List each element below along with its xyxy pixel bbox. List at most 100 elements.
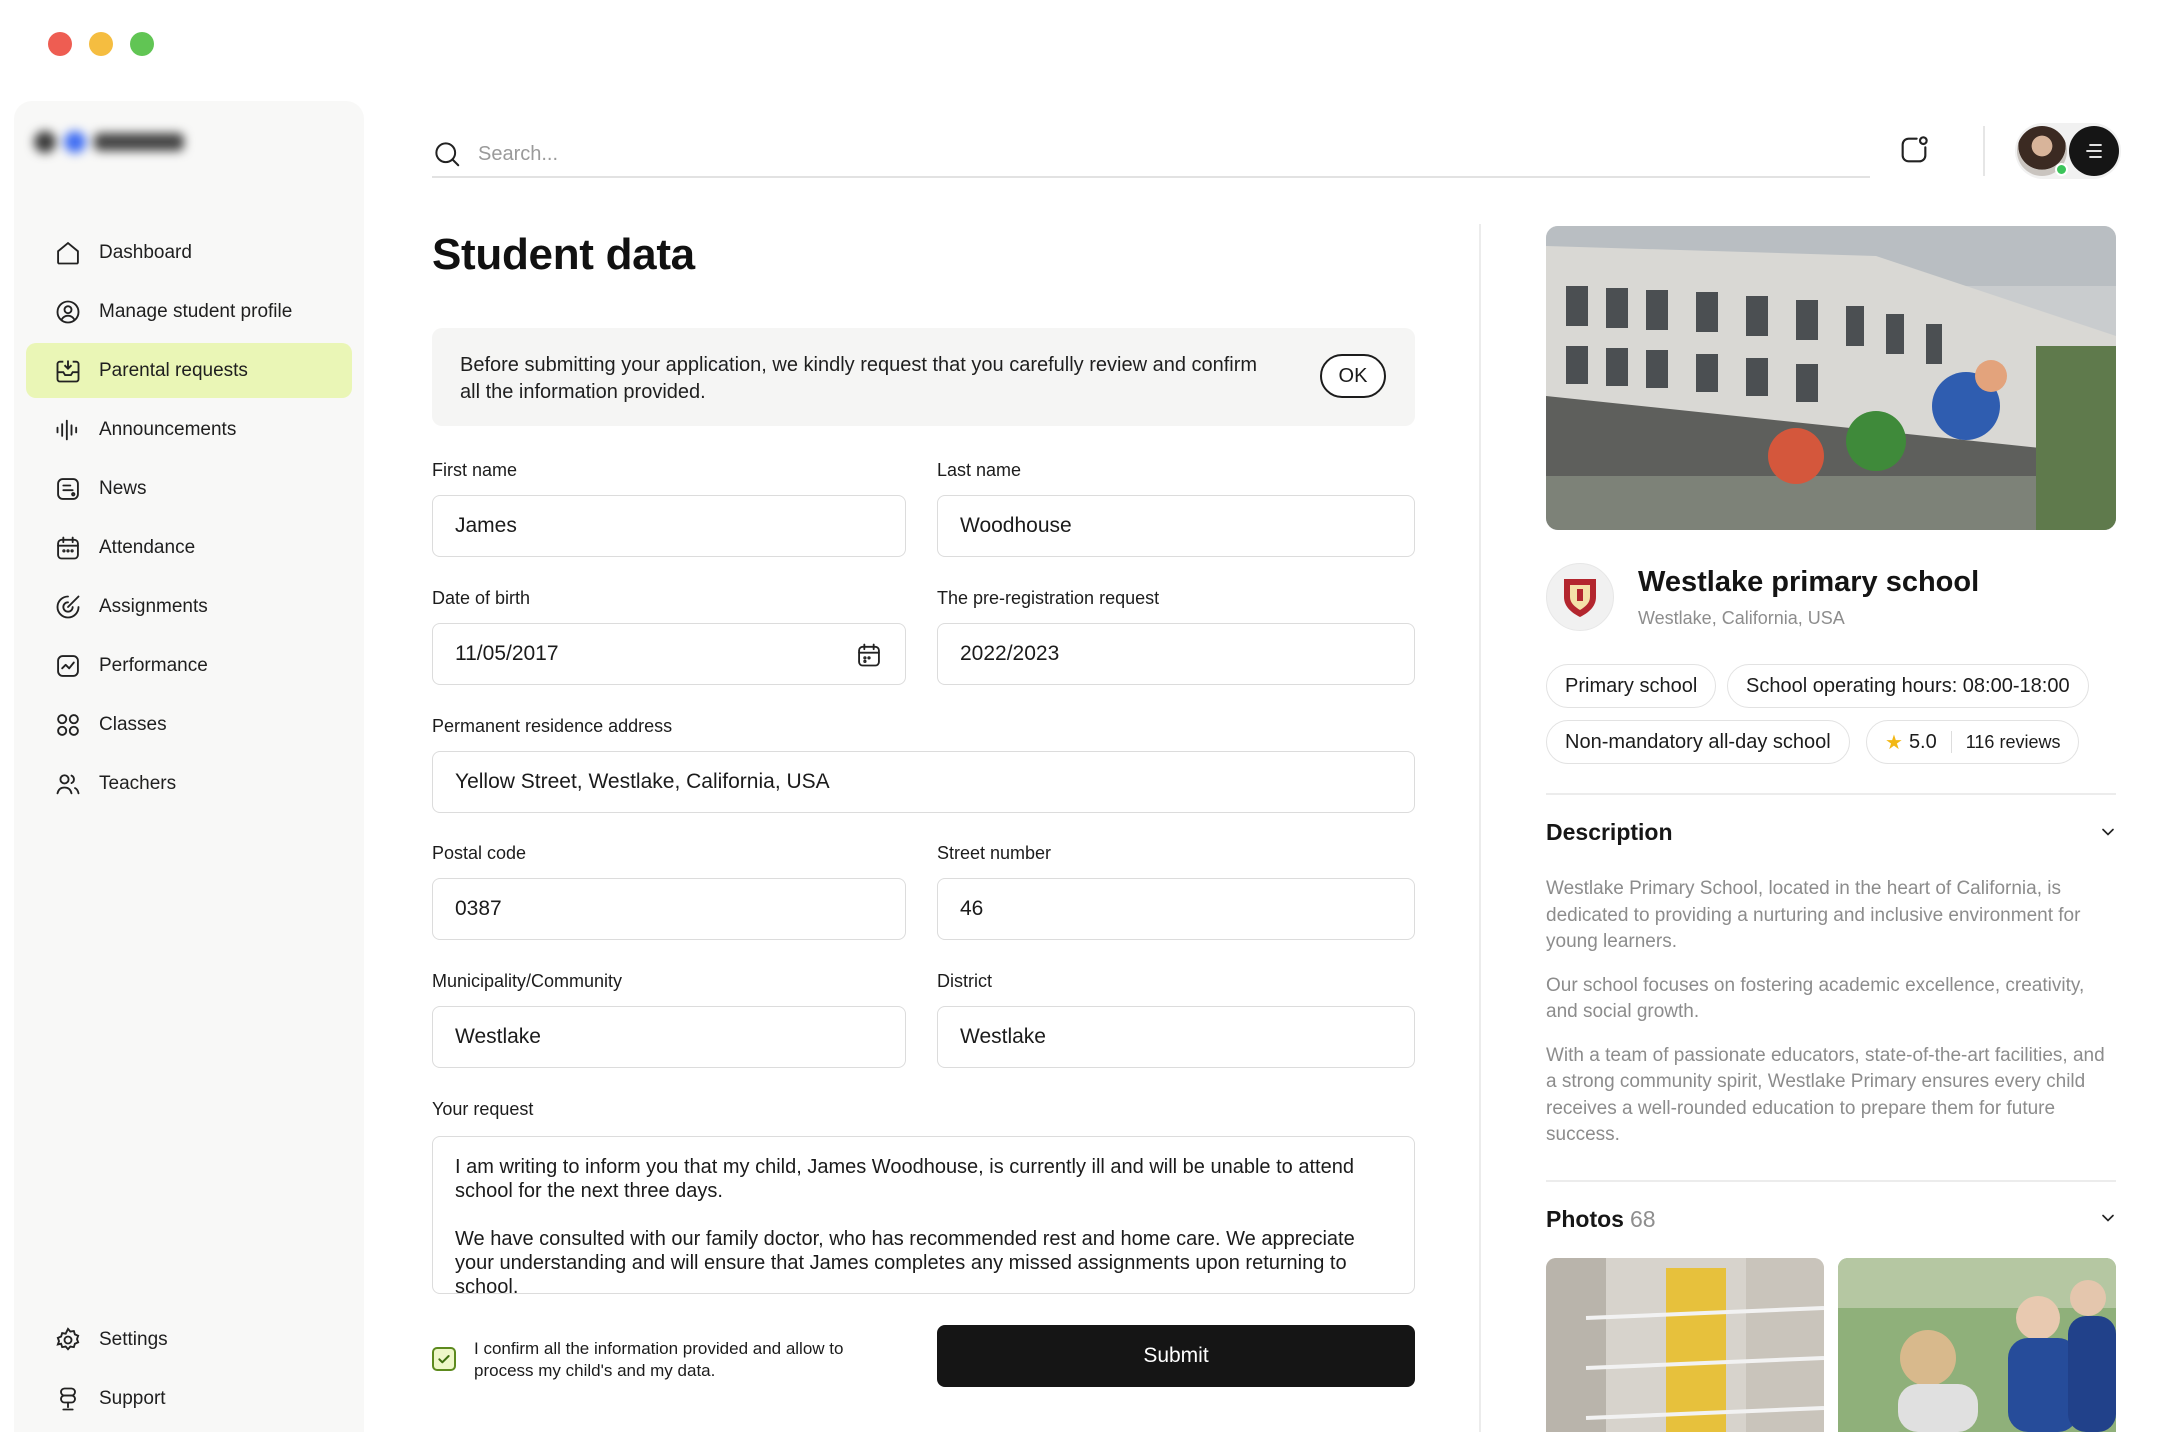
reviews-count: 116 reviews bbox=[1965, 731, 2061, 752]
school-name: Westlake primary school bbox=[1638, 566, 1980, 598]
sidebar-item-manage-student-profile[interactable]: Manage student profile bbox=[26, 284, 352, 339]
rating-chip[interactable]: ★ 5.0 116 reviews bbox=[1866, 720, 2080, 764]
inbox-icon bbox=[56, 360, 80, 382]
maximize-window-button[interactable] bbox=[130, 32, 154, 56]
request-paragraph: I am writing to inform you that my child… bbox=[455, 1156, 1354, 1202]
submit-button[interactable]: Submit bbox=[937, 1325, 1415, 1387]
sidebar-item-label: Settings bbox=[99, 1328, 168, 1350]
district-field[interactable]: Westlake bbox=[937, 1006, 1415, 1068]
sidebar: Dashboard Manage student profile Parenta… bbox=[14, 101, 364, 1432]
tag-chip[interactable]: School operating hours: 08:00-18:00 bbox=[1727, 664, 2089, 708]
sidebar-item-label: Manage student profile bbox=[99, 300, 293, 322]
sidebar-item-performance[interactable]: Performance bbox=[26, 638, 352, 693]
sound-wave-icon bbox=[56, 419, 78, 440]
sidebar-item-settings[interactable]: Settings bbox=[26, 1312, 352, 1367]
grid-circles-icon bbox=[57, 713, 79, 736]
notice-text: Before submitting your application, we k… bbox=[460, 354, 1258, 403]
last-name-label: Last name bbox=[937, 460, 1022, 480]
rating-divider bbox=[1950, 731, 1952, 753]
sidebar-item-label: Performance bbox=[99, 654, 208, 676]
chevron-down-icon[interactable] bbox=[2098, 1208, 2118, 1228]
photos-count: 68 bbox=[1629, 1206, 1656, 1232]
photos-label: Photos bbox=[1546, 1206, 1624, 1232]
news-icon bbox=[57, 477, 79, 500]
tag-chip[interactable]: Primary school bbox=[1546, 664, 1717, 708]
request-label: Your request bbox=[432, 1099, 534, 1119]
sidebar-bottom-nav: Settings Support bbox=[26, 1312, 352, 1430]
postal-code-field[interactable]: 0387 bbox=[432, 878, 906, 940]
close-window-button[interactable] bbox=[48, 32, 72, 56]
first-name-field[interactable]: James bbox=[432, 495, 906, 557]
column-divider bbox=[1479, 224, 1481, 1432]
confirm-checkbox[interactable] bbox=[432, 1347, 456, 1371]
profile-menu[interactable] bbox=[2015, 123, 2121, 179]
sidebar-item-label: Teachers bbox=[99, 772, 177, 794]
description-paragraph: Our school focuses on fostering academic… bbox=[1546, 974, 2085, 1023]
chart-icon bbox=[57, 654, 79, 677]
menu-button[interactable] bbox=[2069, 126, 2119, 176]
gear-icon bbox=[56, 1326, 80, 1351]
postal-code-label: Postal code bbox=[432, 843, 527, 863]
app-logo[interactable] bbox=[34, 131, 184, 153]
photo-thumbnail[interactable] bbox=[1838, 1258, 2116, 1432]
request-textarea[interactable]: I am writing to inform you that my child… bbox=[432, 1136, 1415, 1298]
sidebar-nav: Dashboard Manage student profile Parenta… bbox=[26, 225, 352, 815]
sidebar-item-classes[interactable]: Classes bbox=[26, 697, 352, 752]
notification-icon[interactable] bbox=[1898, 134, 1930, 166]
district-label: District bbox=[937, 971, 992, 991]
sidebar-item-dashboard[interactable]: Dashboard bbox=[26, 225, 352, 280]
home-icon bbox=[57, 241, 79, 264]
section-divider bbox=[1546, 1180, 2116, 1182]
sidebar-item-parental-requests[interactable]: Parental requests bbox=[26, 343, 352, 398]
tag-chip[interactable]: Non-mandatory all-day school bbox=[1546, 720, 1850, 764]
street-number-label: Street number bbox=[937, 843, 1052, 863]
address-label: Permanent residence address bbox=[432, 716, 673, 736]
sidebar-item-teachers[interactable]: Teachers bbox=[26, 756, 352, 811]
municipality-label: Municipality/Community bbox=[432, 971, 623, 991]
prereg-field[interactable]: 2022/2023 bbox=[937, 623, 1415, 685]
sidebar-item-label: News bbox=[99, 477, 147, 499]
review-notice: Before submitting your application, we k… bbox=[432, 328, 1415, 426]
calendar-icon bbox=[57, 536, 79, 559]
photos-title[interactable]: Photos 68 bbox=[1546, 1206, 1656, 1233]
sidebar-item-label: Parental requests bbox=[99, 359, 248, 381]
sidebar-item-label: Attendance bbox=[99, 536, 196, 558]
prereg-label: The pre-registration request bbox=[937, 588, 1160, 608]
rating-value: 5.0 bbox=[1908, 730, 1937, 753]
address-field[interactable]: Yellow Street, Westlake, California, USA bbox=[432, 751, 1415, 813]
search-bar bbox=[432, 132, 1870, 178]
request-paragraph: We have consulted with our family doctor… bbox=[455, 1228, 1355, 1298]
dob-field[interactable]: 11/05/2017 bbox=[432, 623, 906, 685]
sidebar-item-label: Announcements bbox=[99, 418, 237, 440]
sidebar-item-news[interactable]: News bbox=[26, 461, 352, 516]
users-icon bbox=[56, 773, 80, 794]
calendar-picker-icon[interactable] bbox=[855, 641, 883, 669]
description-paragraph: With a team of passionate educators, sta… bbox=[1546, 1044, 2105, 1146]
sidebar-item-support[interactable]: Support bbox=[26, 1371, 352, 1426]
photo-thumbnail[interactable] bbox=[1546, 1258, 1824, 1432]
description-title[interactable]: Description bbox=[1546, 819, 1673, 846]
first-name-label: First name bbox=[432, 460, 518, 480]
search-input[interactable] bbox=[478, 142, 1378, 166]
online-status-dot bbox=[2055, 163, 2068, 176]
confirm-label: I confirm all the information provided a… bbox=[474, 1339, 844, 1380]
sidebar-item-assignments[interactable]: Assignments bbox=[26, 579, 352, 634]
sidebar-item-announcements[interactable]: Announcements bbox=[26, 402, 352, 457]
menu-icon bbox=[2086, 144, 2102, 158]
street-number-field[interactable]: 46 bbox=[937, 878, 1415, 940]
school-crest-logo bbox=[1546, 563, 1614, 631]
chevron-down-icon[interactable] bbox=[2098, 822, 2118, 842]
last-name-field[interactable]: Woodhouse bbox=[937, 495, 1415, 557]
school-location: Westlake, California, USA bbox=[1638, 608, 1845, 628]
section-divider bbox=[1546, 793, 2116, 795]
search-icon bbox=[435, 142, 460, 167]
window-controls bbox=[48, 32, 154, 56]
notice-ok-button[interactable]: OK bbox=[1320, 354, 1386, 398]
assignment-icon bbox=[56, 595, 80, 618]
minimize-window-button[interactable] bbox=[89, 32, 113, 56]
municipality-field[interactable]: Westlake bbox=[432, 1006, 906, 1068]
description-body: Westlake Primary School, located in the … bbox=[1546, 876, 2118, 1166]
star-icon: ★ bbox=[1885, 731, 1903, 754]
dob-value: 11/05/2017 bbox=[455, 642, 559, 665]
sidebar-item-attendance[interactable]: Attendance bbox=[26, 520, 352, 575]
